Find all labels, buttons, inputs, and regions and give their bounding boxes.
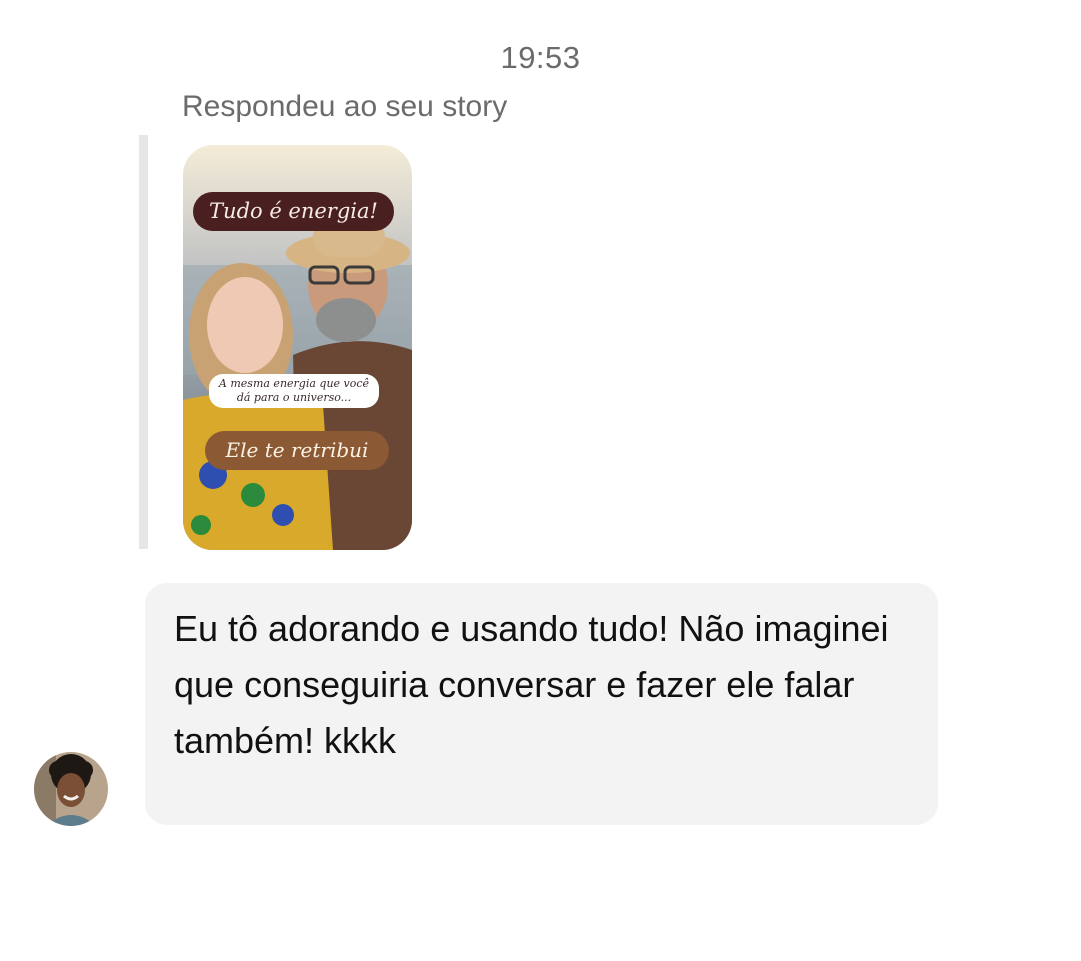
message-timestamp: 19:53 xyxy=(500,40,581,75)
story-reply-label: Respondeu ao seu story xyxy=(182,90,508,123)
avatar[interactable] xyxy=(34,752,108,826)
message-bubble[interactable]: Eu tô adorando e usando tudo! Não imagin… xyxy=(145,583,938,825)
story-title-sticker: Tudo é energia! xyxy=(193,192,394,231)
avatar-photo xyxy=(34,752,108,826)
story-thumbnail[interactable]: Tudo é energia! A mesma energia que você… xyxy=(183,145,412,550)
story-bottom-sticker: Ele te retribui xyxy=(205,431,389,470)
message-text: Eu tô adorando e usando tudo! Não imagin… xyxy=(174,608,889,761)
story-caption-sticker: A mesma energia que você dá para o unive… xyxy=(209,374,379,408)
reply-quote-bar xyxy=(139,135,148,549)
